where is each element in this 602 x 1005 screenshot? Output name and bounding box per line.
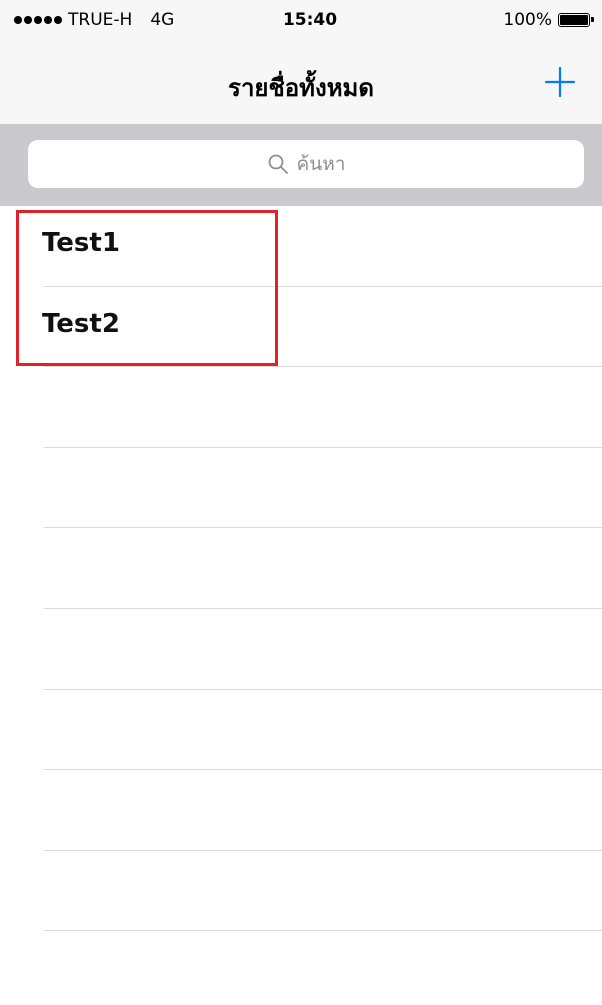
empty-list-row bbox=[44, 448, 602, 529]
navigation-bar: รายชื่อทั้งหมด bbox=[0, 40, 602, 124]
add-button[interactable] bbox=[540, 62, 580, 102]
page-title: รายชื่อทั้งหมด bbox=[228, 74, 374, 102]
contacts-screen: TRUE-H 4G 15:40 100% รายชื่อทั้งหมด ค้นห… bbox=[0, 0, 602, 1005]
empty-list-row bbox=[44, 690, 602, 771]
empty-list-row bbox=[44, 367, 602, 448]
search-bar-container: ค้นหา bbox=[0, 124, 602, 206]
search-input[interactable]: ค้นหา bbox=[28, 140, 584, 188]
empty-list-row bbox=[44, 609, 602, 690]
status-bar: TRUE-H 4G 15:40 100% bbox=[0, 0, 602, 40]
battery-icon bbox=[558, 13, 594, 27]
plus-icon bbox=[544, 66, 576, 98]
list-item-label: Test1 bbox=[42, 228, 120, 258]
list-item[interactable]: Test1 bbox=[42, 206, 602, 287]
empty-list-row bbox=[44, 528, 602, 609]
search-placeholder: ค้นหา bbox=[296, 153, 346, 175]
battery-percentage: 100% bbox=[503, 10, 552, 30]
search-icon bbox=[267, 153, 289, 175]
empty-list-row bbox=[44, 851, 602, 932]
empty-list-row bbox=[44, 770, 602, 851]
status-right: 100% bbox=[503, 10, 594, 30]
contact-list: Test1 Test2 bbox=[0, 206, 602, 932]
list-item-label: Test2 bbox=[42, 308, 120, 339]
list-item[interactable]: Test2 bbox=[42, 287, 602, 368]
